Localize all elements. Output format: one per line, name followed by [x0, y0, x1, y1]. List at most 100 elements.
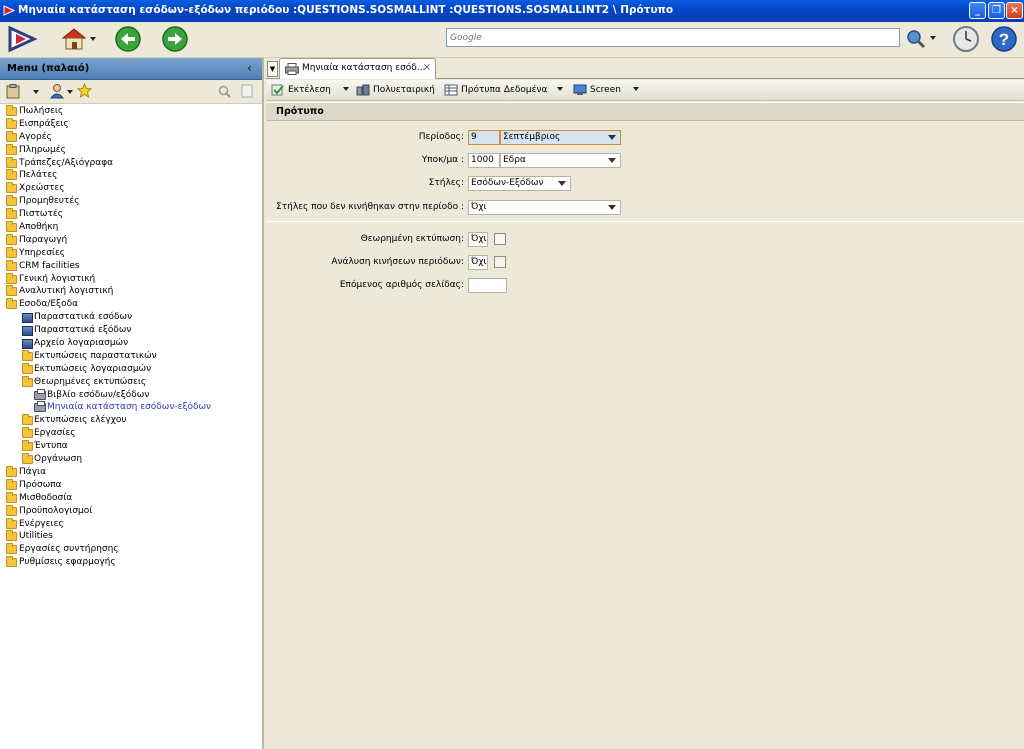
menu-item-label: Πωλήσεις [19, 106, 64, 116]
multicompany-icon [356, 84, 370, 95]
clipboard-dropdown-icon[interactable] [33, 90, 39, 94]
columns-label: Στήλες: [428, 178, 464, 188]
menu-item[interactable]: Μηνιαία κατάσταση εσόδων-εξόδων [0, 401, 262, 414]
clock-icon[interactable] [952, 25, 980, 53]
period-name: Σεπτέμβριος [503, 132, 561, 142]
help-icon[interactable]: ? [990, 25, 1018, 53]
menu-item-label: Παραστατικά εξόδων [34, 325, 132, 336]
next-page-input[interactable] [468, 278, 507, 293]
menu-item-label: Πελάτες [19, 170, 58, 181]
menu-item[interactable]: Παραστατικά εσόδων [0, 311, 262, 324]
folder-icon [6, 517, 17, 529]
search-dropdown-icon[interactable] [930, 36, 936, 40]
menu-item[interactable]: Έντυπα [0, 440, 262, 453]
tab-monthly-report[interactable]: Μηνιαία κατάσταση εσόδ... × [279, 58, 436, 79]
unmoved-columns-select[interactable]: Όχι [468, 200, 621, 215]
document-export-icon[interactable] [241, 84, 253, 98]
minimize-button[interactable]: _ [969, 2, 986, 19]
menu-item[interactable]: Πάγια [0, 465, 262, 479]
menu-item[interactable]: Υπηρεσίες [0, 246, 262, 260]
menu-item-label: Εκτυπώσεις λογαριασμών [34, 363, 152, 374]
menu-item-label: Χρεώστες [19, 183, 65, 194]
certified-print-checkbox[interactable] [494, 233, 506, 245]
menu-item[interactable]: Αρχείο λογαριασμών [0, 337, 262, 350]
google-search-field[interactable] [446, 28, 900, 47]
menu-item[interactable]: Utilities [0, 530, 262, 543]
menu-item[interactable]: Προϋπολογισμοί [0, 504, 262, 518]
branch-select[interactable]: Εδρα [500, 153, 621, 168]
menu-item[interactable]: Γενική λογιστική [0, 272, 262, 286]
screen-button[interactable]: Screen [573, 80, 621, 101]
form-divider [266, 221, 1024, 222]
run-dropdown-icon[interactable] [343, 87, 349, 91]
folder-icon [6, 465, 17, 477]
close-tab-icon[interactable]: × [423, 62, 431, 73]
template-data-button[interactable]: Πρότυπα Δεδομένα [444, 80, 547, 101]
menu-item[interactable]: Πωλήσεις [0, 105, 262, 118]
menu-item[interactable]: Εκτυπώσεις λογαριασμών [0, 362, 262, 376]
back-icon[interactable] [114, 25, 142, 53]
menu-item[interactable]: Ρυθμίσεις εφαρμογής [0, 556, 262, 569]
menu-item[interactable]: Παραγωγή [0, 233, 262, 247]
home-icon[interactable] [60, 26, 88, 52]
menu-item[interactable]: Εσοδα/Εξοδα [0, 298, 262, 311]
menu-item[interactable]: Πρόσωπα [0, 478, 262, 492]
menu-item[interactable]: Αναλυτική λογιστική [0, 285, 262, 298]
period-code-field[interactable]: 9 [468, 130, 500, 145]
branch-dropdown-icon[interactable] [608, 158, 616, 163]
screen-dropdown-icon[interactable] [633, 87, 639, 91]
branch-code-field[interactable]: 1000 [468, 153, 500, 168]
app-menu-icon[interactable] [6, 25, 38, 53]
user-dropdown-icon[interactable] [67, 90, 73, 94]
menu-item[interactable]: Μισθοδοσία [0, 491, 262, 505]
menu-item[interactable]: Πιστωτές [0, 208, 262, 221]
menu-item[interactable]: Πληρωμές [0, 143, 262, 157]
action-toolbar: Εκτέλεση Πολυεταιρική Πρότυπα Δεδομένα S… [266, 80, 1024, 101]
menu-item[interactable]: Οργάνωση [0, 453, 262, 466]
user-icon[interactable] [50, 83, 64, 99]
menu-item[interactable]: Παραστατικά εξόδων [0, 324, 262, 337]
folder-icon [6, 195, 17, 207]
menu-item[interactable]: Χρεώστες [0, 182, 262, 195]
menu-item[interactable]: Εργασίες συντήρησης [0, 543, 262, 556]
close-button[interactable]: × [1006, 2, 1023, 19]
forward-icon[interactable] [161, 25, 189, 53]
find-icon[interactable] [218, 85, 231, 98]
menu-item[interactable]: Ενέργειες [0, 517, 262, 531]
unmoved-columns-dropdown-icon[interactable] [608, 205, 616, 210]
tab-list-dropdown[interactable]: ▼ [267, 61, 278, 77]
folder-icon [6, 182, 17, 194]
folder-icon [6, 556, 17, 568]
web-search-icon[interactable] [906, 29, 926, 49]
clipboard-icon[interactable] [6, 84, 20, 99]
menu-item[interactable]: Αποθήκη [0, 221, 262, 234]
printer-icon [34, 388, 46, 400]
collapse-panel-icon[interactable]: ‹ [247, 61, 252, 75]
period-dropdown-icon[interactable] [608, 135, 616, 140]
period-analysis-checkbox[interactable] [494, 256, 506, 268]
run-button[interactable]: Εκτέλεση [271, 80, 331, 101]
menu-item[interactable]: Εισπράξεις [0, 117, 262, 131]
menu-item[interactable]: Βιβλίο εσόδων/εξόδων [0, 388, 262, 402]
menu-item[interactable]: Θεωρημένες εκτυπώσεις [0, 375, 262, 389]
google-search-input[interactable] [447, 29, 899, 46]
menu-item[interactable]: Πελάτες [0, 169, 262, 182]
menu-item[interactable]: Εκτυπώσεις ελέγχου [0, 414, 262, 427]
multicompany-button[interactable]: Πολυεταιρική [356, 80, 435, 101]
menu-item[interactable]: CRM facilities [0, 259, 262, 273]
period-select[interactable]: Σεπτέμβριος [500, 130, 621, 145]
menu-item-label: Εκτυπώσεις ελέγχου [34, 415, 127, 426]
columns-select[interactable]: Εσόδων-Εξόδων [468, 176, 571, 191]
restore-button[interactable]: ❐ [988, 2, 1005, 19]
menu-item[interactable]: Εργασίες [0, 427, 262, 440]
favorites-star-icon[interactable] [77, 83, 92, 98]
menu-item[interactable]: Προμηθευτές [0, 195, 262, 208]
menu-item[interactable]: Αγορές [0, 130, 262, 144]
template-data-dropdown-icon[interactable] [557, 87, 563, 91]
menu-item[interactable]: Εκτυπώσεις παραστατικών [0, 349, 262, 363]
home-dropdown-icon[interactable] [90, 37, 96, 41]
columns-dropdown-icon[interactable] [558, 181, 566, 186]
menu-item[interactable]: Τράπεζες/Αξιόγραφα [0, 156, 262, 170]
period-analysis-label: Ανάλυση κινήσεων περιόδων: [331, 257, 464, 267]
folder-icon [6, 143, 17, 155]
